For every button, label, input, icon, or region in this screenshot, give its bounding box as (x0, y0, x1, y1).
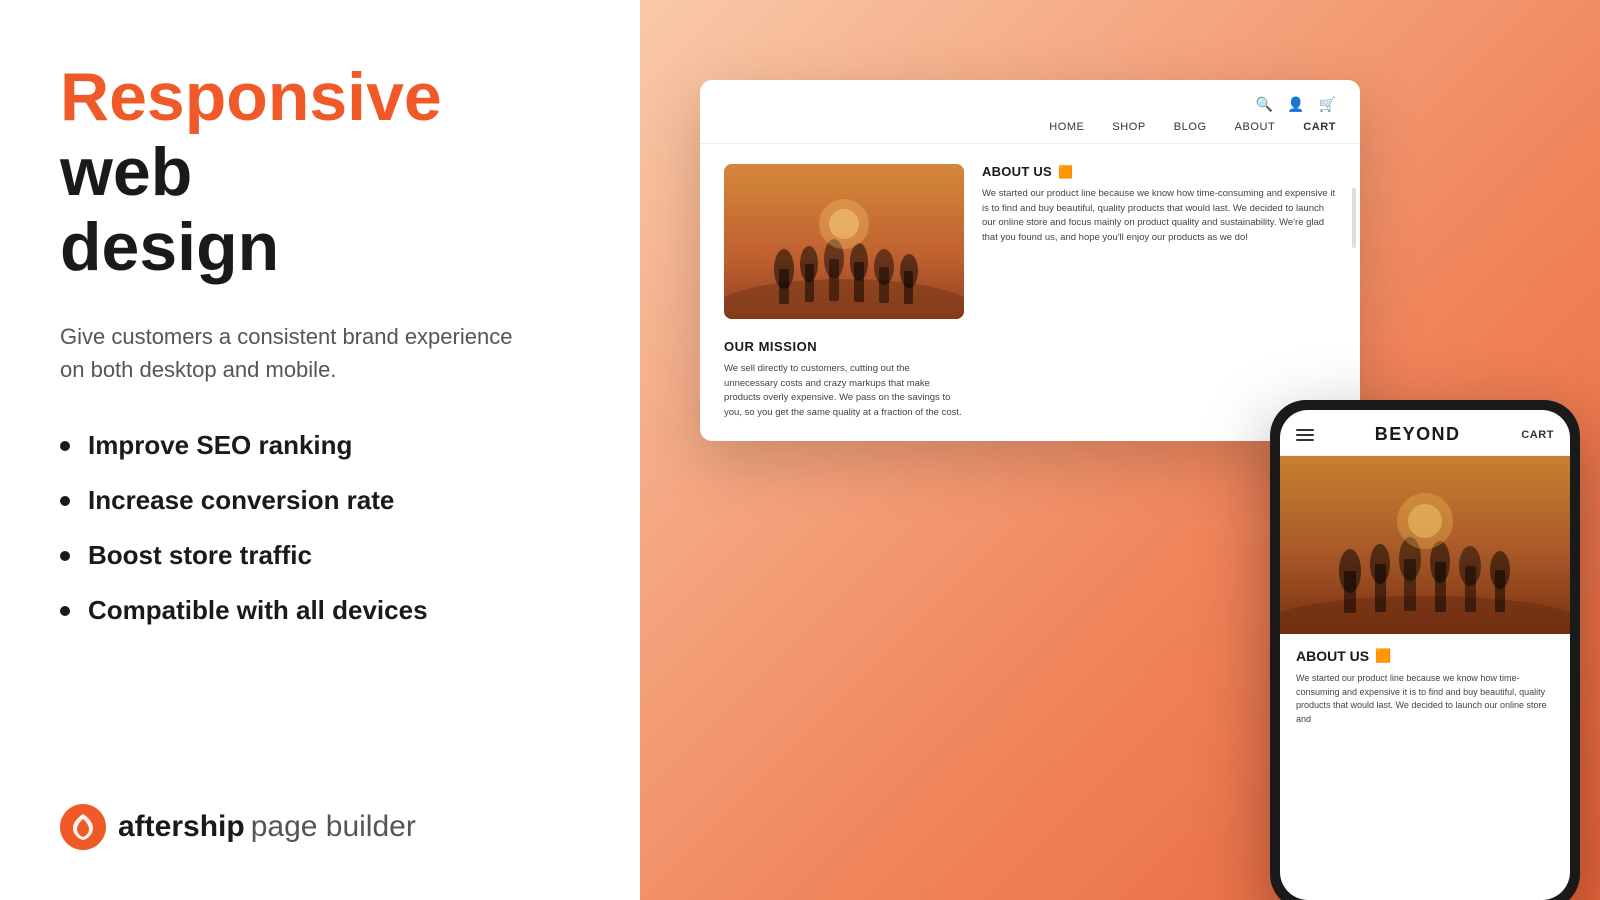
subtitle: Give customers a consistent brand experi… (60, 320, 540, 386)
about-title-row: ABOUT US 🟧 (982, 164, 1336, 179)
feature-list: Improve SEO ranking Increase conversion … (60, 430, 580, 626)
bullet-dot (60, 441, 70, 451)
desktop-nav-links: HOME SHOP BLOG ABOUT CART (724, 121, 1336, 143)
bullet-dot (60, 606, 70, 616)
list-item-conversion: Increase conversion rate (60, 485, 580, 516)
list-item-conversion-text: Increase conversion rate (88, 485, 394, 516)
mobile-screen: BEYOND CART (1280, 410, 1570, 900)
mobile-about-section: ABOUT US 🟧 We started our product line b… (1280, 634, 1570, 726)
about-image-inner (724, 164, 964, 319)
desktop-body: ABOUT US 🟧 We started our product line b… (700, 144, 1360, 441)
nav-blog[interactable]: BLOG (1174, 121, 1207, 133)
desktop-nav: 🔍 👤 🛒 HOME SHOP BLOG ABOUT CART (700, 80, 1360, 144)
left-panel: Responsive webdesign Give customers a co… (0, 0, 640, 900)
bullet-dot (60, 551, 70, 561)
cart-icon: 🛒 (1319, 96, 1336, 113)
hamburger-icon[interactable] (1296, 429, 1314, 441)
main-heading: Responsive webdesign (60, 60, 580, 284)
logo-area: aftership page builder (60, 804, 580, 850)
list-item-devices: Compatible with all devices (60, 595, 580, 626)
heading-orange: Responsive (60, 59, 442, 135)
right-panel: 🔍 👤 🛒 HOME SHOP BLOG ABOUT CART (640, 0, 1600, 900)
aftership-logo-icon (60, 804, 106, 850)
mobile-header: BEYOND CART (1280, 410, 1570, 456)
about-body-text: We started our product line because we k… (982, 187, 1336, 246)
desktop-about-section: ABOUT US 🟧 We started our product line b… (724, 164, 1336, 319)
search-icon: 🔍 (1256, 96, 1273, 113)
about-us-title: ABOUT US (982, 164, 1052, 179)
logo-brand-name: aftership (118, 810, 245, 844)
mobile-about-title: ABOUT US (1296, 648, 1369, 664)
mobile-hero-svg (1280, 456, 1570, 634)
bullet-dot (60, 496, 70, 506)
logo-text: aftership page builder (118, 810, 416, 844)
list-item-traffic: Boost store traffic (60, 540, 580, 571)
list-item-seo: Improve SEO ranking (60, 430, 580, 461)
mobile-about-text: We started our product line because we k… (1296, 672, 1554, 726)
heading-dark: webdesign (60, 134, 279, 285)
list-item-devices-text: Compatible with all devices (88, 595, 428, 626)
nav-about[interactable]: ABOUT (1235, 121, 1276, 133)
flag-icon: 🟧 (1058, 165, 1073, 179)
list-item-seo-text: Improve SEO ranking (88, 430, 352, 461)
about-image (724, 164, 964, 319)
left-content: Responsive webdesign Give customers a co… (60, 60, 580, 626)
mission-section: OUR MISSION We sell directly to customer… (724, 339, 1336, 421)
mobile-cart-label[interactable]: CART (1521, 429, 1554, 441)
nav-cart[interactable]: CART (1303, 121, 1336, 133)
mobile-brand-name: BEYOND (1375, 424, 1461, 445)
about-text-block: ABOUT US 🟧 We started our product line b… (982, 164, 1336, 319)
about-scene-svg (724, 164, 964, 319)
scrollbar[interactable] (1352, 188, 1356, 248)
desktop-nav-icons: 🔍 👤 🛒 (724, 96, 1336, 121)
mobile-about-title-row: ABOUT US 🟧 (1296, 648, 1554, 664)
mission-title: OUR MISSION (724, 339, 1336, 354)
mobile-mockup: BEYOND CART (1270, 400, 1580, 900)
list-item-traffic-text: Boost store traffic (88, 540, 312, 571)
mobile-flag-icon: 🟧 (1375, 648, 1391, 664)
nav-home[interactable]: HOME (1049, 121, 1084, 133)
user-icon: 👤 (1287, 96, 1304, 113)
desktop-mockup: 🔍 👤 🛒 HOME SHOP BLOG ABOUT CART (700, 80, 1360, 441)
mobile-hero-image (1280, 456, 1570, 634)
logo-product-name: page builder (251, 810, 416, 844)
mission-text: We sell directly to customers, cutting o… (724, 362, 964, 421)
nav-shop[interactable]: SHOP (1112, 121, 1145, 133)
